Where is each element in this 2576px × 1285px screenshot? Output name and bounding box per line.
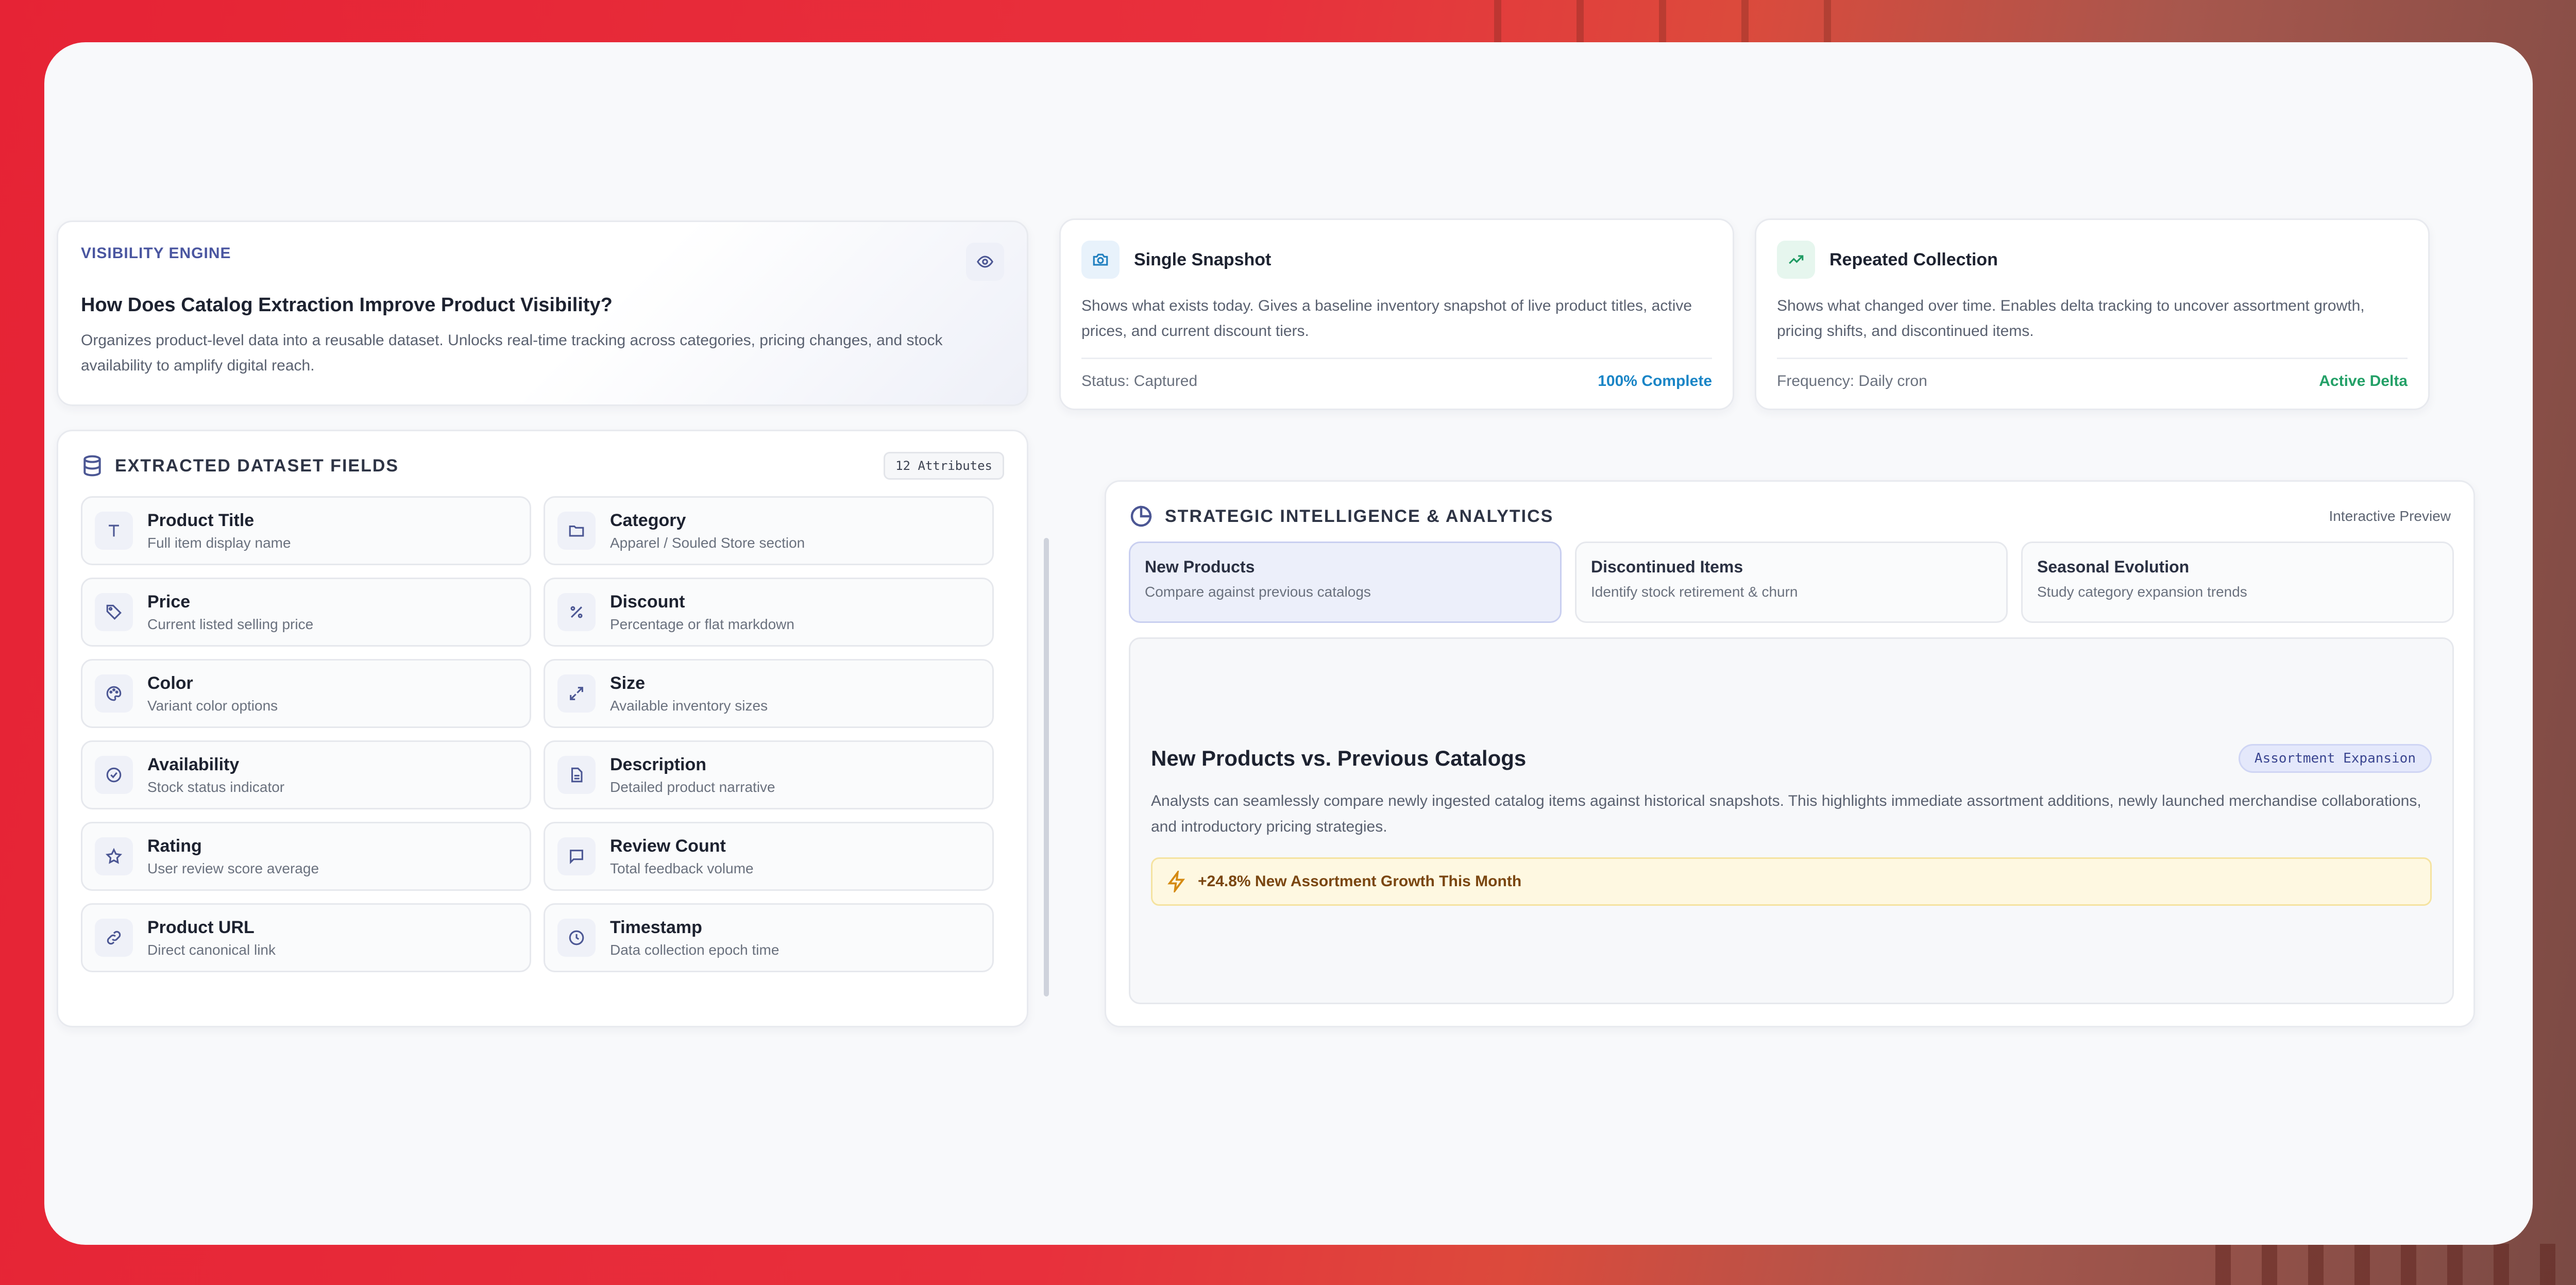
analytics-card: STRATEGIC INTELLIGENCE & ANALYTICS Inter… [1105, 480, 2475, 1027]
document-icon [557, 756, 596, 794]
preview-label: Interactive Preview [2329, 508, 2451, 524]
field-item[interactable]: Price Current listed selling price [81, 578, 531, 647]
palette-icon [95, 674, 133, 713]
repeated-collection-card: Repeated Collection Shows what changed o… [1755, 218, 2430, 410]
alert-text: +24.8% New Assortment Growth This Month [1198, 873, 1522, 890]
card-title: How Does Catalog Extraction Improve Prod… [81, 294, 613, 316]
message-icon [557, 837, 596, 875]
field-item[interactable]: Size Available inventory sizes [544, 659, 994, 728]
star-icon [95, 837, 133, 875]
card-title: Single Snapshot [1134, 249, 1272, 269]
field-name: Product Title [147, 510, 255, 530]
field-desc: Detailed product narrative [610, 779, 775, 795]
background-decoration [1494, 0, 1855, 43]
eye-icon[interactable] [966, 243, 1004, 281]
dataset-fields-card: EXTRACTED DATASET FIELDS 12 Attributes P… [57, 430, 1028, 1027]
field-item[interactable]: Product Title Full item display name [81, 496, 531, 565]
field-name: Availability [147, 754, 240, 774]
detail-title: New Products vs. Previous Catalogs [1151, 746, 1527, 770]
field-desc: Data collection epoch time [610, 941, 779, 958]
tab-label: Discontinued Items [1591, 557, 1743, 576]
field-item[interactable]: Category Apparel / Souled Store section [544, 496, 994, 565]
field-item[interactable]: Product URL Direct canonical link [81, 903, 531, 972]
detail-tag: Assortment Expansion [2238, 744, 2432, 773]
field-desc: Stock status indicator [147, 779, 285, 795]
link-icon [95, 919, 133, 957]
card-description: Shows what exists today. Gives a baselin… [1081, 297, 1692, 340]
field-desc: Variant color options [147, 697, 278, 714]
detail-description: Analysts can seamlessly compare newly in… [1151, 792, 2421, 835]
attributes-badge: 12 Attributes [884, 452, 1004, 480]
tab-desc: Compare against previous catalogs [1145, 584, 1371, 600]
field-name: Discount [610, 591, 685, 612]
background-decoration [2215, 1244, 2576, 1285]
field-desc: Percentage or flat markdown [610, 616, 794, 632]
fields-grid: Product Title Full item display name Cate… [81, 496, 1001, 1005]
field-name: Review Count [610, 836, 726, 856]
tab-label: Seasonal Evolution [2037, 557, 2190, 576]
field-desc: Full item display name [147, 534, 291, 551]
single-snapshot-card: Single Snapshot Shows what exists today.… [1059, 218, 1734, 410]
field-item[interactable]: Availability Stock status indicator [81, 740, 531, 809]
field-item[interactable]: Color Variant color options [81, 659, 531, 728]
card-title: Repeated Collection [1829, 249, 1998, 269]
analytics-tabs: New Products Compare against previous ca… [1129, 542, 2454, 623]
visibility-engine-card: VISIBILITY ENGINE How Does Catalog Extra… [57, 221, 1028, 406]
card-eyebrow: VISIBILITY ENGINE [81, 245, 231, 262]
field-name: Rating [147, 836, 202, 856]
scrollbar[interactable] [1044, 538, 1049, 996]
field-desc: Direct canonical link [147, 941, 276, 958]
status-text: Status: Captured [1081, 373, 1198, 390]
trending-up-icon [1777, 241, 1815, 279]
pie-chart-icon [1129, 504, 1154, 529]
field-desc: Current listed selling price [147, 616, 314, 632]
field-name: Product URL [147, 917, 255, 937]
tab-seasonal-evolution[interactable]: Seasonal Evolution Study category expans… [2021, 542, 2454, 623]
tag-icon [95, 593, 133, 631]
percent-icon [557, 593, 596, 631]
check-circle-icon [95, 756, 133, 794]
clock-icon [557, 919, 596, 957]
growth-alert: +24.8% New Assortment Growth This Month [1151, 857, 2432, 906]
field-item[interactable]: Timestamp Data collection epoch time [544, 903, 994, 972]
section-title: EXTRACTED DATASET FIELDS [115, 455, 399, 476]
section-title: STRATEGIC INTELLIGENCE & ANALYTICS [1165, 506, 1554, 526]
field-item[interactable]: Review Count Total feedback volume [544, 822, 994, 891]
field-desc: Available inventory sizes [610, 697, 768, 714]
tab-new-products[interactable]: New Products Compare against previous ca… [1129, 542, 1562, 623]
field-name: Timestamp [610, 917, 702, 937]
field-name: Category [610, 510, 686, 530]
tab-desc: Identify stock retirement & churn [1591, 584, 1798, 600]
lightning-icon [1166, 869, 1188, 894]
database-icon [81, 454, 104, 477]
detail-panel: New Products vs. Previous Catalogs Assor… [1129, 637, 2454, 1004]
card-description: Organizes product-level data into a reus… [81, 332, 943, 374]
folder-icon [557, 512, 596, 550]
field-item[interactable]: Rating User review score average [81, 822, 531, 891]
card-description: Shows what changed over time. Enables de… [1777, 297, 2365, 340]
field-desc: Total feedback volume [610, 860, 754, 876]
progress-text: 100% Complete [1598, 373, 1712, 390]
camera-icon [1081, 241, 1120, 279]
field-desc: User review score average [147, 860, 319, 876]
field-desc: Apparel / Souled Store section [610, 534, 805, 551]
tab-desc: Study category expansion trends [2037, 584, 2247, 600]
state-text: Active Delta [2319, 373, 2408, 390]
field-name: Color [147, 673, 193, 693]
frequency-text: Frequency: Daily cron [1777, 373, 1927, 390]
text-icon [95, 512, 133, 550]
field-name: Description [610, 754, 707, 774]
field-name: Size [610, 673, 646, 693]
tab-label: New Products [1145, 557, 1255, 576]
field-item[interactable]: Description Detailed product narrative [544, 740, 994, 809]
tab-discontinued-items[interactable]: Discontinued Items Identify stock retire… [1575, 542, 2008, 623]
field-name: Price [147, 591, 191, 612]
field-item[interactable]: Discount Percentage or flat markdown [544, 578, 994, 647]
expand-icon [557, 674, 596, 713]
